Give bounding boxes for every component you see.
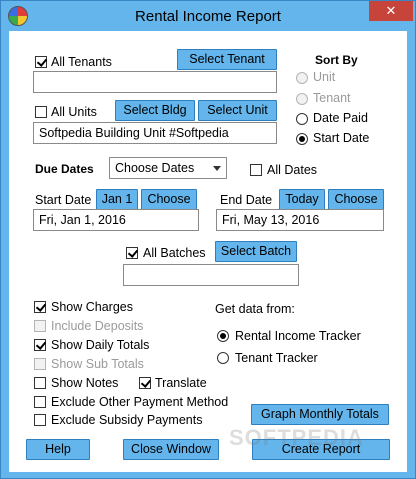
sort-start-date-label: Start Date <box>313 131 370 145</box>
graph-monthly-totals-button[interactable]: Graph Monthly Totals <box>251 404 389 425</box>
include-deposits-label: Include Deposits <box>51 319 144 333</box>
sort-tenant-label: Tenant <box>313 91 351 105</box>
translate-checkbox[interactable] <box>139 377 151 389</box>
help-button[interactable]: Help <box>26 439 90 460</box>
end-today-button[interactable]: Today <box>279 189 325 210</box>
close-window-button[interactable]: Close Window <box>123 439 219 460</box>
exclude-subsidy-label: Exclude Subsidy Payments <box>51 413 203 427</box>
sort-date-paid-radio[interactable] <box>296 113 308 125</box>
tenant-field[interactable] <box>33 71 277 93</box>
all-dates-checkbox[interactable] <box>250 164 262 176</box>
start-choose-button[interactable]: Choose <box>141 189 197 210</box>
exclude-subsidy-checkbox[interactable] <box>34 414 46 426</box>
tenant-tracker-label: Tenant Tracker <box>235 351 318 365</box>
show-sub-totals-label: Show Sub Totals <box>51 357 144 371</box>
select-batch-button[interactable]: Select Batch <box>215 241 297 262</box>
exclude-other-payment-checkbox[interactable] <box>34 396 46 408</box>
end-date-label: End Date <box>220 193 273 207</box>
report-window: Rental Income Report ✕ All Tenants Selec… <box>0 0 416 479</box>
exclude-other-payment-label: Exclude Other Payment Method <box>51 395 229 409</box>
show-charges-checkbox[interactable] <box>34 301 46 313</box>
select-bldg-button[interactable]: Select Bldg <box>115 100 195 121</box>
select-unit-button[interactable]: Select Unit <box>198 100 277 121</box>
sort-start-date-radio[interactable] <box>296 133 308 145</box>
due-dates-heading: Due Dates <box>35 162 94 176</box>
due-dates-selected: Choose Dates <box>115 161 195 175</box>
rental-income-tracker-label: Rental Income Tracker <box>235 329 361 343</box>
sort-by-heading: Sort By <box>315 53 358 67</box>
unit-field[interactable]: Softpedia Building Unit #Softpedia <box>33 122 277 144</box>
tenant-tracker-radio[interactable] <box>217 352 229 364</box>
title-bar[interactable]: Rental Income Report ✕ <box>1 1 415 31</box>
show-notes-checkbox[interactable] <box>34 377 46 389</box>
report-form: All Tenants Select Tenant All Units Sele… <box>9 31 407 472</box>
end-date-field[interactable]: Fri, May 13, 2016 <box>216 209 384 231</box>
all-units-checkbox[interactable] <box>35 106 47 118</box>
sort-unit-radio[interactable] <box>296 72 308 84</box>
sort-tenant-radio[interactable] <box>296 93 308 105</box>
due-dates-select[interactable]: Choose Dates <box>109 157 227 179</box>
data-source-heading: Get data from: <box>215 302 295 316</box>
show-daily-totals-checkbox[interactable] <box>34 339 46 351</box>
all-units-label: All Units <box>51 105 97 119</box>
show-sub-totals-checkbox[interactable] <box>34 358 46 370</box>
start-jan1-button[interactable]: Jan 1 <box>96 189 138 210</box>
show-charges-label: Show Charges <box>51 300 133 314</box>
translate-label: Translate <box>155 376 207 390</box>
start-date-label: Start Date <box>35 193 92 207</box>
close-window-icon[interactable]: ✕ <box>369 1 413 21</box>
batch-field[interactable] <box>123 264 299 286</box>
rental-income-tracker-radio[interactable] <box>217 330 229 342</box>
include-deposits-checkbox[interactable] <box>34 320 46 332</box>
start-date-field[interactable]: Fri, Jan 1, 2016 <box>33 209 199 231</box>
sort-unit-label: Unit <box>313 70 336 84</box>
all-dates-label: All Dates <box>267 163 318 177</box>
softpedia-watermark: SOFTPEDIA <box>229 425 364 450</box>
all-batches-checkbox[interactable] <box>126 247 138 259</box>
show-daily-totals-label: Show Daily Totals <box>51 338 150 352</box>
chevron-down-icon <box>213 166 221 171</box>
window-title: Rental Income Report <box>135 8 281 25</box>
all-batches-label: All Batches <box>143 246 206 260</box>
all-tenants-label: All Tenants <box>51 55 112 69</box>
all-tenants-checkbox[interactable] <box>35 56 47 68</box>
show-notes-label: Show Notes <box>51 376 119 390</box>
sort-date-paid-label: Date Paid <box>313 111 368 125</box>
select-tenant-button[interactable]: Select Tenant <box>177 49 277 70</box>
end-choose-button[interactable]: Choose <box>328 189 384 210</box>
